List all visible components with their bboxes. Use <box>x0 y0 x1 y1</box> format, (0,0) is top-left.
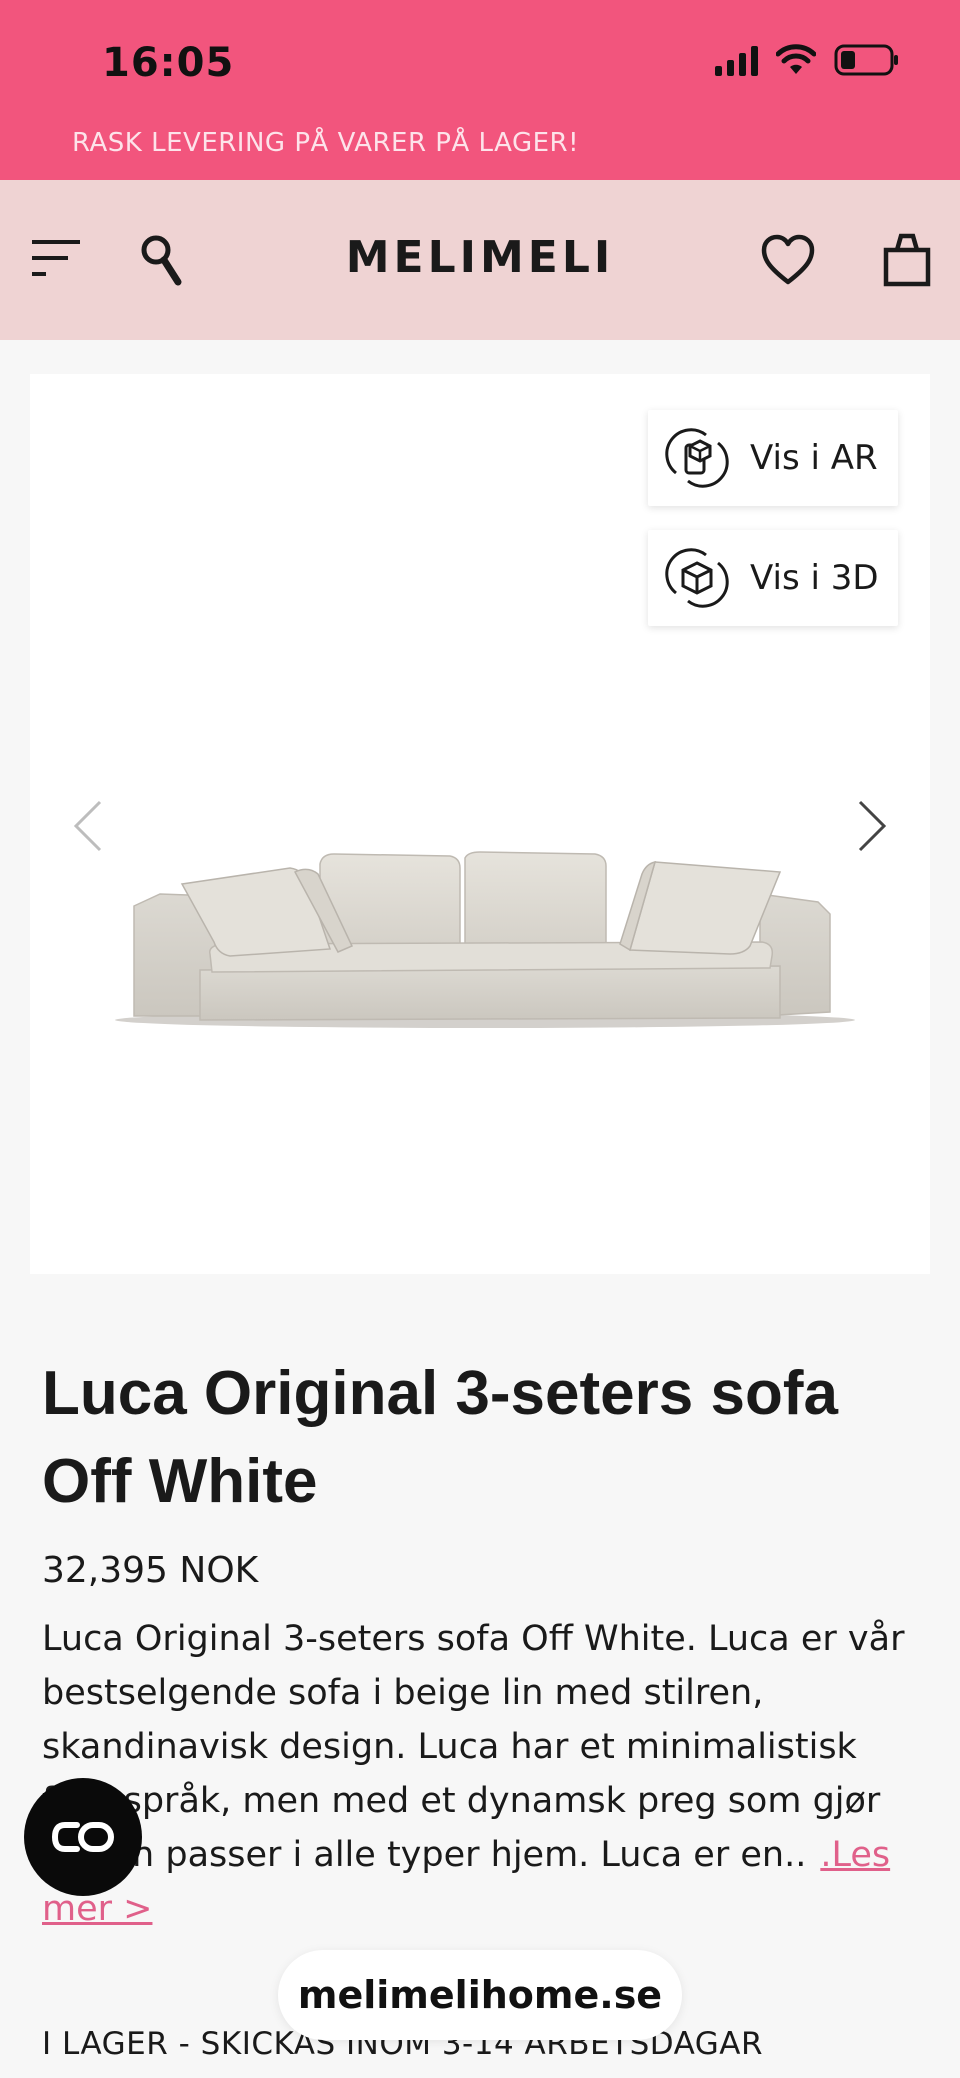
cellular-signal-icon <box>715 44 758 76</box>
battery-icon <box>834 44 898 76</box>
sofa-product-image <box>115 851 855 1028</box>
site-logo[interactable]: MELIMELI <box>0 232 960 283</box>
view-in-ar-label: Vis i AR <box>750 438 878 478</box>
chat-button[interactable] <box>24 1778 142 1896</box>
browser-url: melimelihome.se <box>297 1973 663 2017</box>
view-in-3d-label: Vis i 3D <box>750 558 879 598</box>
product-gallery[interactable]: Vis i AR Vis i 3D <box>30 374 930 1274</box>
heart-icon[interactable] <box>760 232 816 288</box>
wifi-icon <box>776 44 816 74</box>
shopping-bag-icon[interactable] <box>882 230 932 288</box>
3d-cube-icon <box>665 548 729 608</box>
top-banner: 16:05 RASK LEVERING PÅ VARER PÅ LAGER! <box>0 0 960 180</box>
product-description: Luca Original 3-seters sofa Off White. L… <box>42 1612 922 1936</box>
site-header: MELIMELI <box>0 180 960 340</box>
ar-phone-icon <box>665 428 729 488</box>
product-title: Luca Original 3-seters sofa Off White <box>42 1359 838 1516</box>
view-in-3d-button[interactable]: Vis i 3D <box>648 530 898 626</box>
product-description-text: Luca Original 3-seters sofa Off White. L… <box>42 1619 905 1875</box>
browser-url-bar[interactable]: melimelihome.se <box>278 1950 682 2040</box>
promo-text: RASK LEVERING PÅ VARER PÅ LAGER! <box>72 128 580 158</box>
product-price: 32,395 NOK <box>42 1550 259 1591</box>
chat-icon <box>51 1822 114 1852</box>
view-in-ar-button[interactable]: Vis i AR <box>648 410 898 506</box>
status-time: 16:05 <box>102 40 235 86</box>
status-icons <box>715 44 900 76</box>
